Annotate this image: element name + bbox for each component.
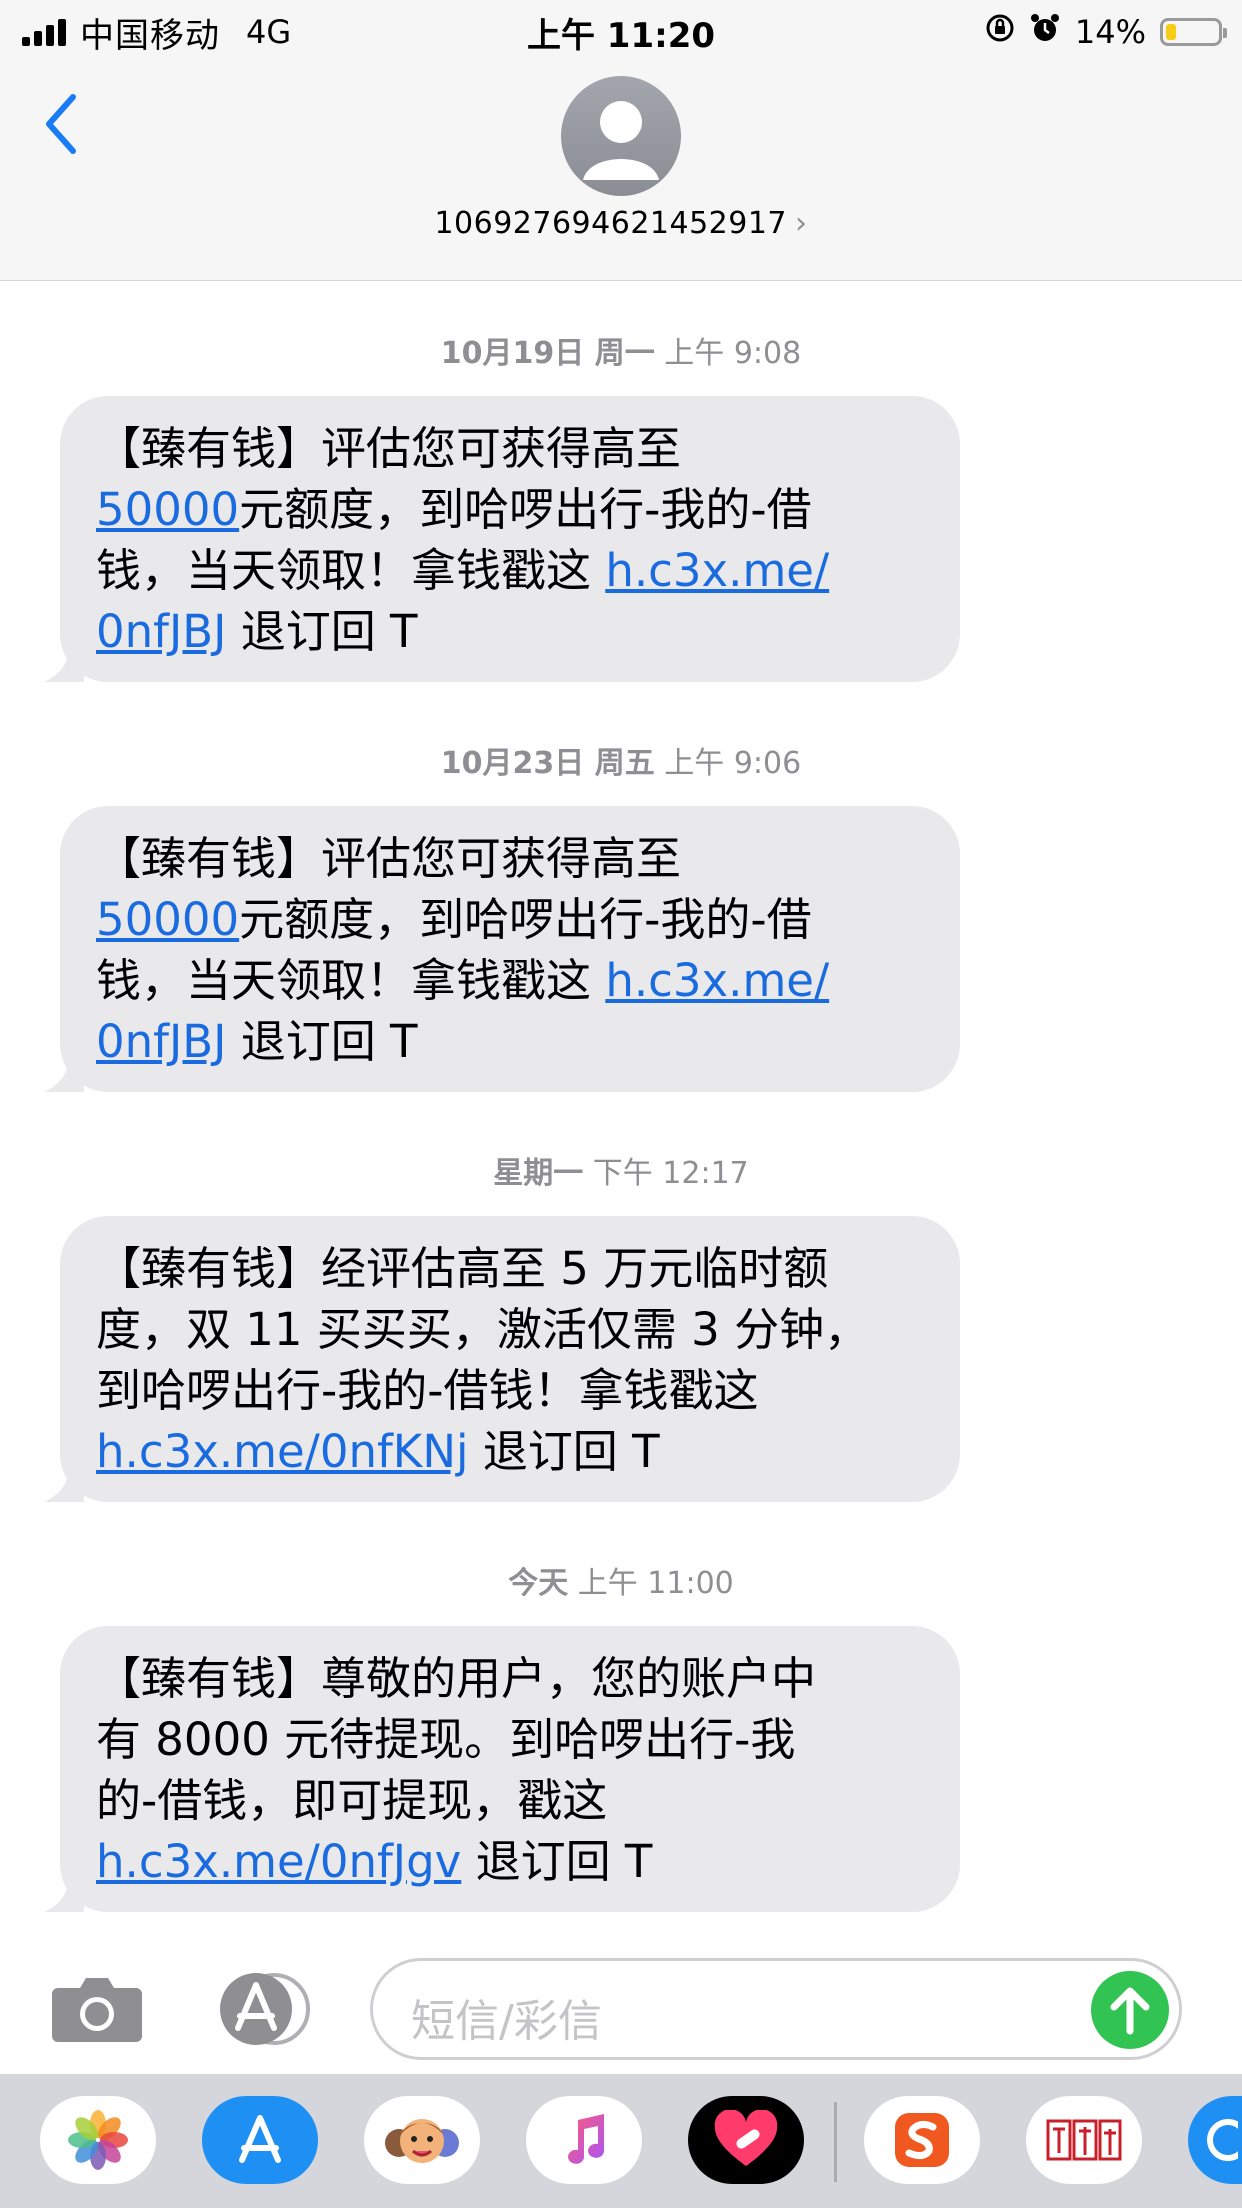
partial-app-button[interactable] [1188, 2096, 1242, 2184]
conversation-header: 106927694621452917 › [0, 64, 1242, 281]
message-timestamp: 星期一 下午 12:17 [0, 1148, 1242, 1192]
contact-avatar[interactable] [561, 76, 681, 196]
amount-link[interactable]: 50000 [96, 483, 239, 536]
camera-icon [52, 1978, 142, 2042]
app-store-icon [239, 2115, 281, 2163]
url-link[interactable]: h.c3x.me/0nfKNj [96, 1425, 468, 1478]
back-button[interactable] [30, 84, 90, 164]
message-line: h.c3x.me/0nfKNj 退订回 T [96, 1425, 660, 1478]
memoji-icon [385, 2119, 459, 2163]
compose-bar: 短信/彩信 [0, 1932, 1242, 2074]
chevron-left-icon [46, 94, 76, 154]
timestamp-time: 上午 9:06 [664, 746, 802, 781]
message-line: h.c3x.me/0nfJgv 退订回 T [96, 1835, 653, 1888]
message-bubble[interactable]: 【臻有钱】评估您可获得高至 50000元额度，到哈啰出行-我的-借 钱，当天领取… [44, 396, 960, 682]
timestamp-date: 10月23日 周五 [440, 746, 655, 781]
message-line: 【臻有钱】评估您可获得高至 [96, 832, 682, 885]
send-button[interactable] [1091, 1971, 1169, 2049]
timestamp-date: 星期一 [493, 1156, 584, 1191]
photos-app-button[interactable] [40, 2096, 156, 2184]
message-line: 的-借钱，即可提现，戳这 [96, 1774, 608, 1827]
app-store-icon [220, 1973, 310, 2045]
message-line: 有 8000 元待提现。到哈啰出行-我 [96, 1713, 796, 1766]
message-input-placeholder: 短信/彩信 [411, 1996, 602, 2047]
apps-button[interactable] [210, 1968, 320, 2050]
app-drawer [0, 2074, 1242, 2208]
dock-separator [834, 2102, 837, 2182]
url-link[interactable]: 0nfJBJ [96, 605, 226, 658]
message-bubble[interactable]: 【臻有钱】经评估高至 5 万元临时额 度，双 11 买买买，激活仅需 3 分钟，… [44, 1216, 960, 1502]
message-input[interactable]: 短信/彩信 [370, 1958, 1182, 2060]
message-line: 50000元额度，到哈啰出行-我的-借 [96, 483, 812, 536]
url-link[interactable]: 0nfJBJ [96, 1015, 226, 1068]
music-app-button[interactable] [526, 2096, 642, 2184]
message-line: 度，双 11 买买买，激活仅需 3 分钟， [96, 1303, 870, 1356]
timestamp-time: 上午 9:08 [664, 336, 802, 371]
partial-app-icon [1207, 2119, 1238, 2161]
battery-percent: 14% [1074, 13, 1146, 51]
chevron-right-icon: › [795, 206, 808, 241]
amount-link[interactable]: 50000 [96, 893, 239, 946]
message-line: 0nfJBJ 退订回 T [96, 605, 418, 658]
camera-button[interactable] [50, 1974, 144, 2044]
url-link[interactable]: h.c3x.me/ [605, 954, 829, 1007]
bubble-tail [44, 1052, 84, 1092]
battery-level [1166, 24, 1176, 40]
arrow-up-icon [1110, 1987, 1150, 2035]
timestamp-date: 10月19日 周一 [440, 336, 655, 371]
message-line: 【臻有钱】尊敬的用户，您的账户中 [96, 1652, 817, 1705]
timestamp-time: 下午 12:17 [592, 1156, 749, 1191]
sogou-app-button[interactable] [864, 2096, 980, 2184]
health-app-button[interactable] [688, 2096, 804, 2184]
status-bar: 中国移动 4G 上午 11:20 14% [0, 0, 1242, 64]
message-line: 钱，当天领取！拿钱戳这 h.c3x.me/ [96, 544, 830, 597]
orientation-lock-icon [985, 13, 1015, 51]
seal-app-icon [1046, 2119, 1122, 2161]
bubble-tail [44, 1872, 84, 1912]
message-line: 【臻有钱】经评估高至 5 万元临时额 [96, 1242, 829, 1295]
message-timestamp: 10月19日 周一 上午 9:08 [0, 328, 1242, 372]
timestamp-time: 上午 11:00 [577, 1566, 734, 1601]
person-icon [583, 101, 659, 180]
memoji-app-button[interactable] [364, 2096, 480, 2184]
photos-icon [68, 2110, 128, 2170]
app-store-app-button[interactable] [202, 2096, 318, 2184]
alarm-icon [1029, 12, 1061, 52]
timestamp-date: 今天 [508, 1566, 569, 1601]
message-timestamp: 今天 上午 11:00 [0, 1558, 1242, 1602]
status-right: 14% [985, 10, 1227, 54]
message-line: 0nfJBJ 退订回 T [96, 1015, 418, 1068]
battery-icon [1160, 18, 1227, 46]
message-bubble[interactable]: 【臻有钱】尊敬的用户，您的账户中 有 8000 元待提现。到哈啰出行-我 的-借… [44, 1626, 960, 1912]
message-line: 50000元额度，到哈啰出行-我的-借 [96, 893, 812, 946]
contact-name-button[interactable]: 106927694621452917 › [0, 206, 1242, 241]
bubble-tail [44, 642, 84, 682]
url-link[interactable]: h.c3x.me/0nfJgv [96, 1835, 461, 1888]
bubble-tail [44, 1462, 84, 1502]
seal-app-button[interactable] [1026, 2096, 1142, 2184]
message-line: 钱，当天领取！拿钱戳这 h.c3x.me/ [96, 954, 830, 1007]
message-bubble[interactable]: 【臻有钱】评估您可获得高至 50000元额度，到哈啰出行-我的-借 钱，当天领取… [44, 806, 960, 1092]
url-link[interactable]: h.c3x.me/ [605, 544, 829, 597]
sogou-icon [895, 2113, 949, 2167]
contact-number: 106927694621452917 [434, 206, 788, 241]
music-icon [568, 2114, 605, 2164]
message-timestamp: 10月23日 周五 上午 9:06 [0, 738, 1242, 782]
message-line: 到哈啰出行-我的-借钱！拿钱戳这 [96, 1364, 759, 1417]
message-line: 【臻有钱】评估您可获得高至 [96, 422, 682, 475]
heart-app-icon [714, 2110, 778, 2166]
